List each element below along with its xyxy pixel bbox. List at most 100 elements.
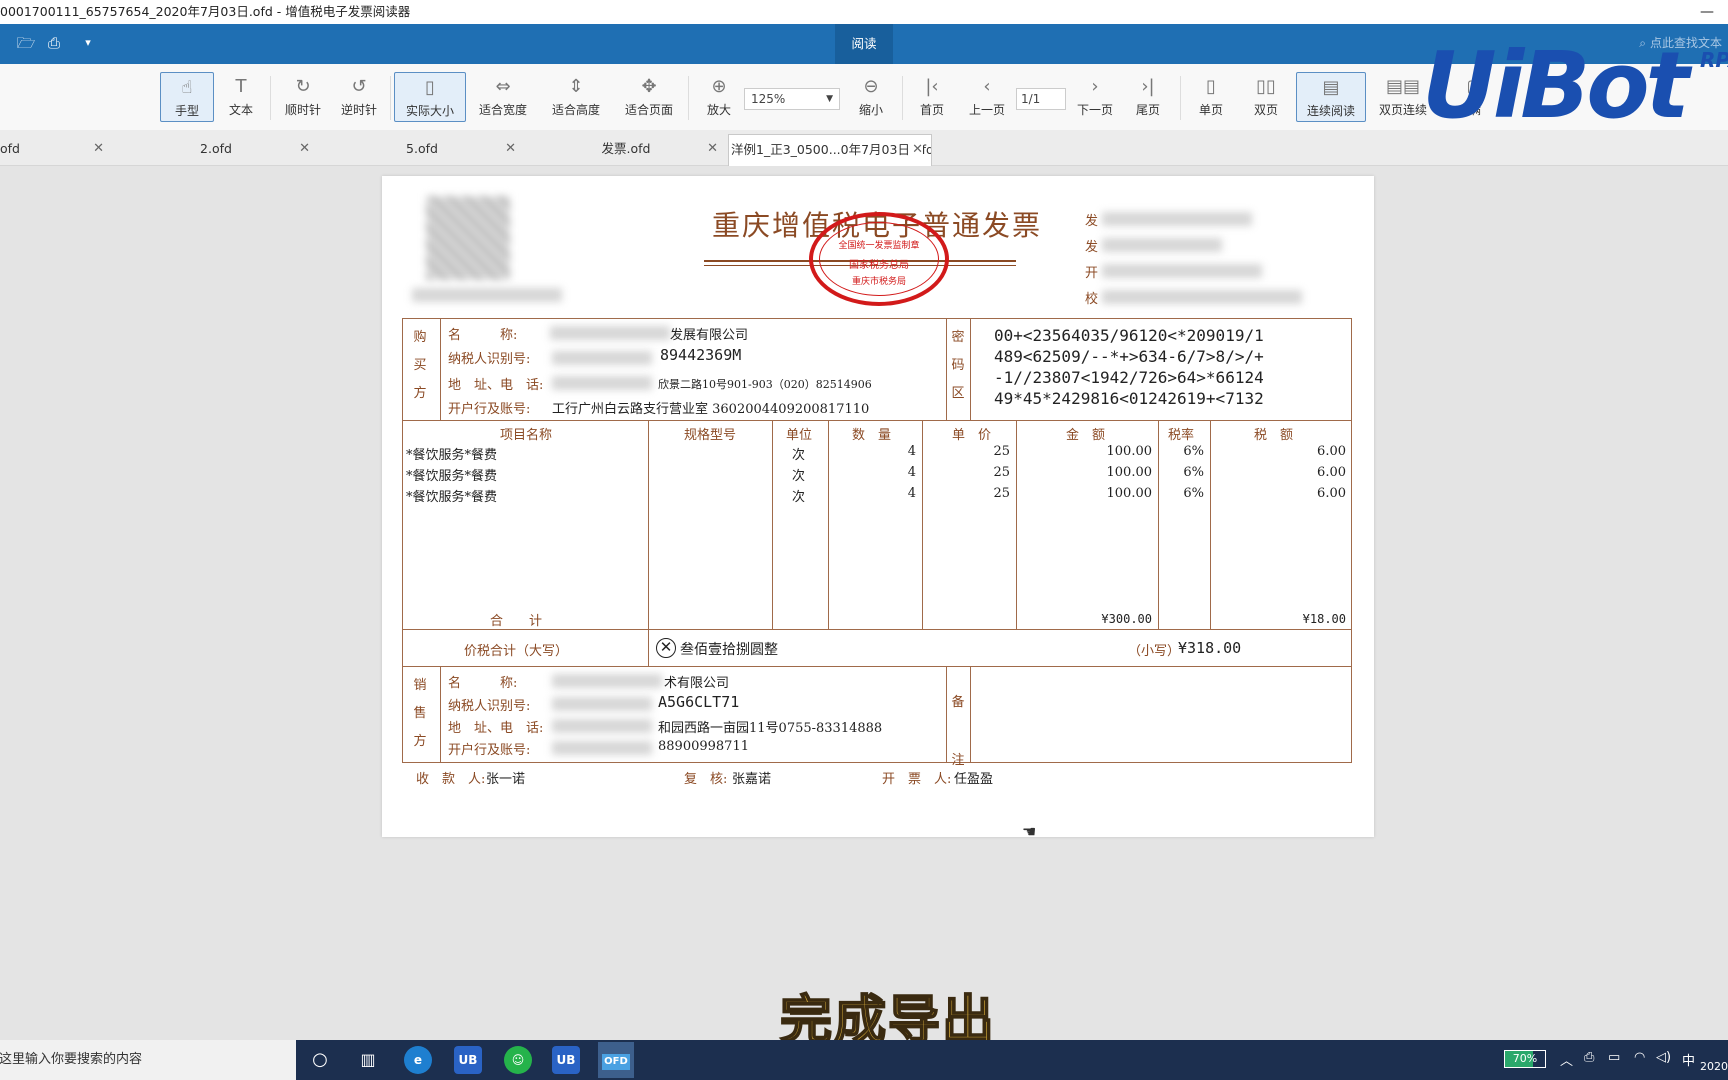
wifi-icon[interactable]: ◠ [1634, 1050, 1645, 1065]
blurred-field [1102, 290, 1302, 304]
zoom-out-icon: ⊖ [863, 76, 879, 97]
blurred-field [552, 351, 652, 365]
print-icon[interactable]: ⎙ [44, 33, 64, 53]
seller-name-label: 名 称: [448, 676, 518, 691]
close-icon[interactable]: ✕ [707, 134, 718, 164]
ofd-reader-icon[interactable]: OFD [598, 1042, 634, 1078]
continuous-reading-button[interactable]: ▤ 连续阅读 [1296, 72, 1366, 122]
fit-page-button[interactable]: ✥ 适合页面 [616, 72, 682, 122]
open-folder-icon[interactable]: 🗁 [16, 33, 36, 53]
item-tax-rate: 6% [1183, 465, 1204, 480]
next-page-button[interactable]: › 下一页 [1070, 72, 1120, 122]
header-item-name: 项目名称 [500, 428, 553, 443]
zoom-in-button[interactable]: ⊕ 放大 [696, 72, 742, 122]
item-name: *餐饮服务*餐费 [406, 469, 498, 484]
issuer-value: 任盈盈 [954, 772, 994, 787]
prev-page-button[interactable]: ‹ 上一页 [962, 72, 1012, 122]
zoom-select[interactable]: 125% ▼ [744, 88, 840, 110]
rotate-ccw-icon: ↺ [351, 76, 367, 97]
blurred-field [1102, 264, 1262, 278]
invoice-number-label: 发 [1085, 240, 1099, 255]
document-tabs: ofd ✕ 2.ofd ✕ 5.ofd ✕ 发票.ofd ✕ 洋例1_正3_0500..… [0, 130, 1728, 166]
buyer-name-value: 发展有限公司 [670, 328, 749, 343]
item-price: 25 [993, 486, 1010, 501]
close-icon[interactable]: ✕ [505, 134, 516, 164]
uibot-app-icon[interactable]: UB [552, 1046, 580, 1074]
seller-address-value: 和园西路一亩园11号0755-83314888 [658, 721, 883, 736]
header-spec: 规格型号 [684, 428, 737, 443]
tab-document-2[interactable]: 2.ofd ✕ [114, 134, 318, 166]
close-icon[interactable]: ✕ [910, 135, 923, 165]
check-code-label: 校 [1085, 292, 1099, 307]
first-page-button[interactable]: |‹ 首页 [908, 72, 956, 122]
item-unit: 次 [792, 448, 806, 463]
toolbar-divider [1180, 76, 1181, 120]
page-number-input[interactable]: 1/1 [1016, 88, 1066, 110]
edge-browser-icon[interactable]: e [404, 1046, 432, 1074]
header-unit: 单位 [786, 428, 813, 443]
cross-circle-icon: ✕ [656, 638, 676, 658]
fit-width-button[interactable]: ⇔ 适合宽度 [470, 72, 536, 122]
hand-cursor-icon: ☚ [1022, 822, 1037, 841]
item-unit: 次 [792, 490, 806, 505]
item-quantity: 4 [907, 486, 916, 501]
item-price: 25 [993, 465, 1010, 480]
volume-icon[interactable]: ◁) [1656, 1050, 1671, 1065]
actual-size-button[interactable]: ▯ 实际大小 [394, 72, 466, 122]
chevron-up-icon[interactable]: ︿ [1560, 1050, 1573, 1069]
tab-document-3[interactable]: 5.ofd ✕ [320, 134, 524, 166]
tab-document-1[interactable]: ofd ✕ [0, 134, 112, 166]
issuer-label: 开 票 人: [882, 772, 952, 787]
total-tax: ¥18.00 [1302, 612, 1346, 626]
continuous-page-icon: ▤ [1322, 77, 1340, 98]
cipher-line: 00+<23564035/96120<*209019/1 [994, 326, 1264, 345]
header-price: 单 价 [952, 428, 992, 443]
text-select-icon: T [235, 76, 247, 97]
seller-taxid-value: A5G6CLT71 [658, 693, 740, 711]
zoom-out-button[interactable]: ⊖ 缩小 [848, 72, 894, 122]
grand-total-upper: 叁佰壹拾捌圆整 [680, 642, 778, 658]
minimize-button[interactable]: — [1700, 0, 1714, 24]
uibot-app-icon[interactable]: UB [454, 1046, 482, 1074]
tab-document-active[interactable]: 洋例1_正3_0500...0年7月03日.ofd ✕ [728, 134, 932, 166]
qr-code-blurred [426, 196, 510, 280]
single-page-button[interactable]: ▯ 单页 [1186, 72, 1236, 122]
tab-document-4[interactable]: 发票.ofd ✕ [526, 134, 726, 166]
seller-name-value: 术有限公司 [664, 676, 730, 691]
payee-value: 张一诺 [486, 772, 526, 787]
item-tax-rate: 6% [1183, 444, 1204, 459]
item-tax-rate: 6% [1183, 486, 1204, 501]
task-view-icon[interactable]: ▥ [354, 1046, 382, 1074]
battery-indicator[interactable]: 70% [1504, 1050, 1546, 1068]
printer-icon[interactable]: ⎙ [1584, 1050, 1594, 1065]
double-page-button[interactable]: ▯▯ 双页 [1240, 72, 1292, 122]
text-tool-button[interactable]: T 文本 [218, 72, 264, 122]
fit-height-button[interactable]: ⇕ 适合高度 [544, 72, 608, 122]
buyer-taxid-label: 纳税人识别号: [448, 352, 531, 367]
reviewer-label: 复 核: [684, 772, 728, 787]
cipher-line: 489<62509/--*+>634-6/7>8/>/+ [994, 347, 1264, 366]
clock-date[interactable]: 2020 [1700, 1060, 1728, 1073]
close-icon[interactable]: ✕ [93, 134, 104, 164]
seller-bank-label: 开户行及账号: [448, 743, 531, 758]
battery-icon[interactable]: ▭ [1608, 1050, 1620, 1065]
item-tax: 6.00 [1317, 486, 1346, 501]
header-tax: 税 额 [1254, 428, 1294, 443]
item-name: *餐饮服务*餐费 [406, 448, 498, 463]
tab-read[interactable]: 阅读 [835, 24, 893, 64]
hand-tool-button[interactable]: ☝ 手型 [160, 72, 214, 122]
buyer-taxid-value: 89442369M [660, 346, 742, 364]
rotate-counterclockwise-button[interactable]: ↺ 逆时针 [334, 72, 384, 122]
header-amount: 金 额 [1066, 428, 1106, 443]
rotate-clockwise-button[interactable]: ↻ 顺时针 [278, 72, 328, 122]
wechat-icon[interactable]: ☺ [504, 1046, 532, 1074]
ime-indicator[interactable]: 中 [1682, 1050, 1695, 1069]
last-page-button[interactable]: ›| 尾页 [1124, 72, 1172, 122]
cortana-icon[interactable]: ○ [306, 1046, 334, 1074]
item-unit: 次 [792, 469, 806, 484]
actual-size-icon: ▯ [425, 77, 435, 98]
invoice-page: 重庆增值税电子普通发票 全国统一发票监制章 国家税务总局 重庆市税务局 发 发 … [382, 176, 1374, 841]
quick-access-dropdown-icon[interactable]: ▾ [78, 33, 98, 53]
close-icon[interactable]: ✕ [299, 134, 310, 164]
taskbar-search-input[interactable]: 在这里输入你要搜索的内容 [0, 1040, 296, 1080]
